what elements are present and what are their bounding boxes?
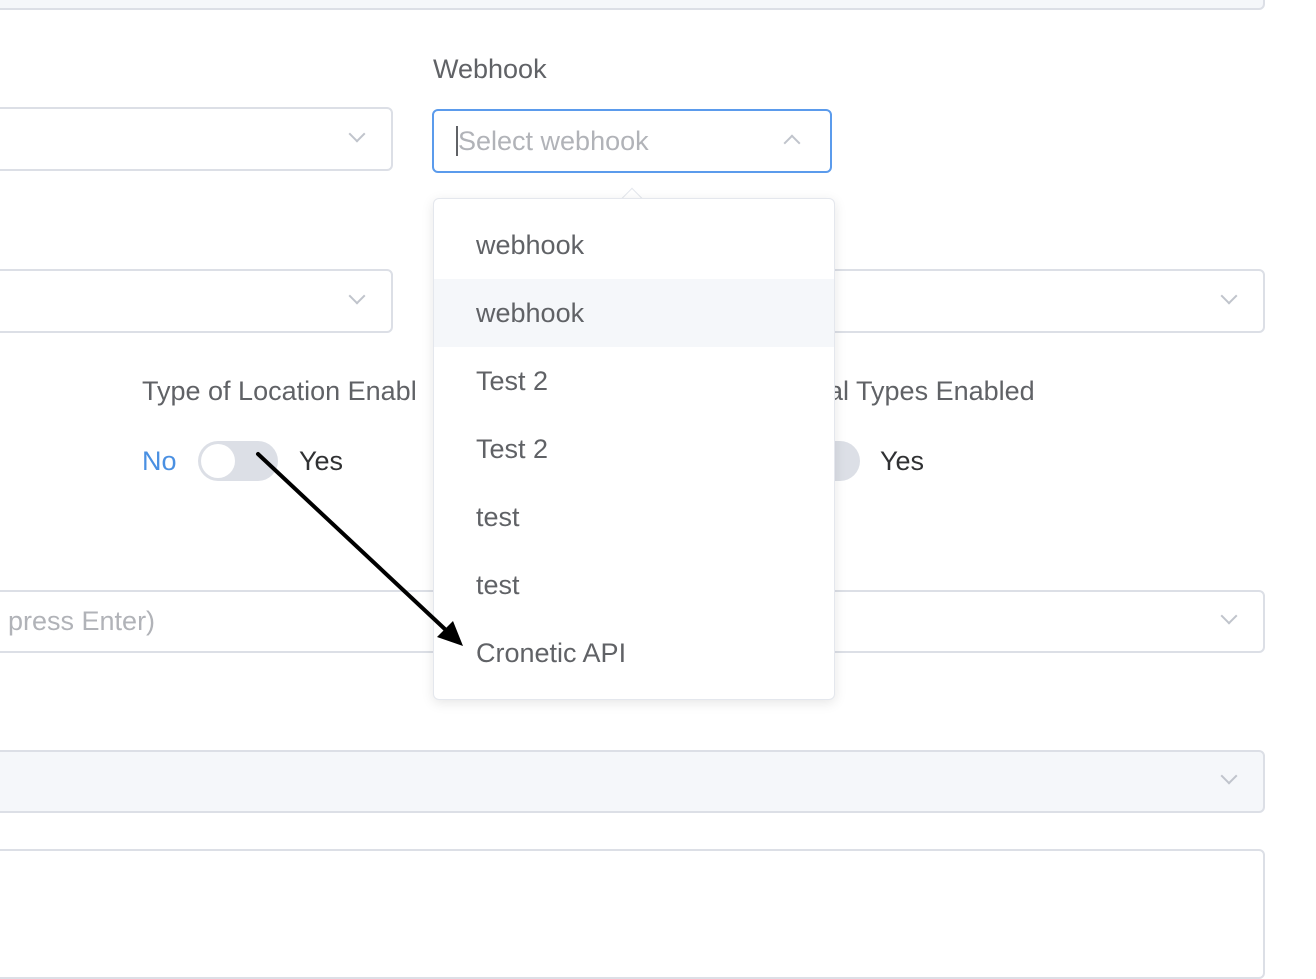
annotation-arrow-line: [256, 452, 450, 634]
annotation-arrow: [256, 452, 463, 646]
